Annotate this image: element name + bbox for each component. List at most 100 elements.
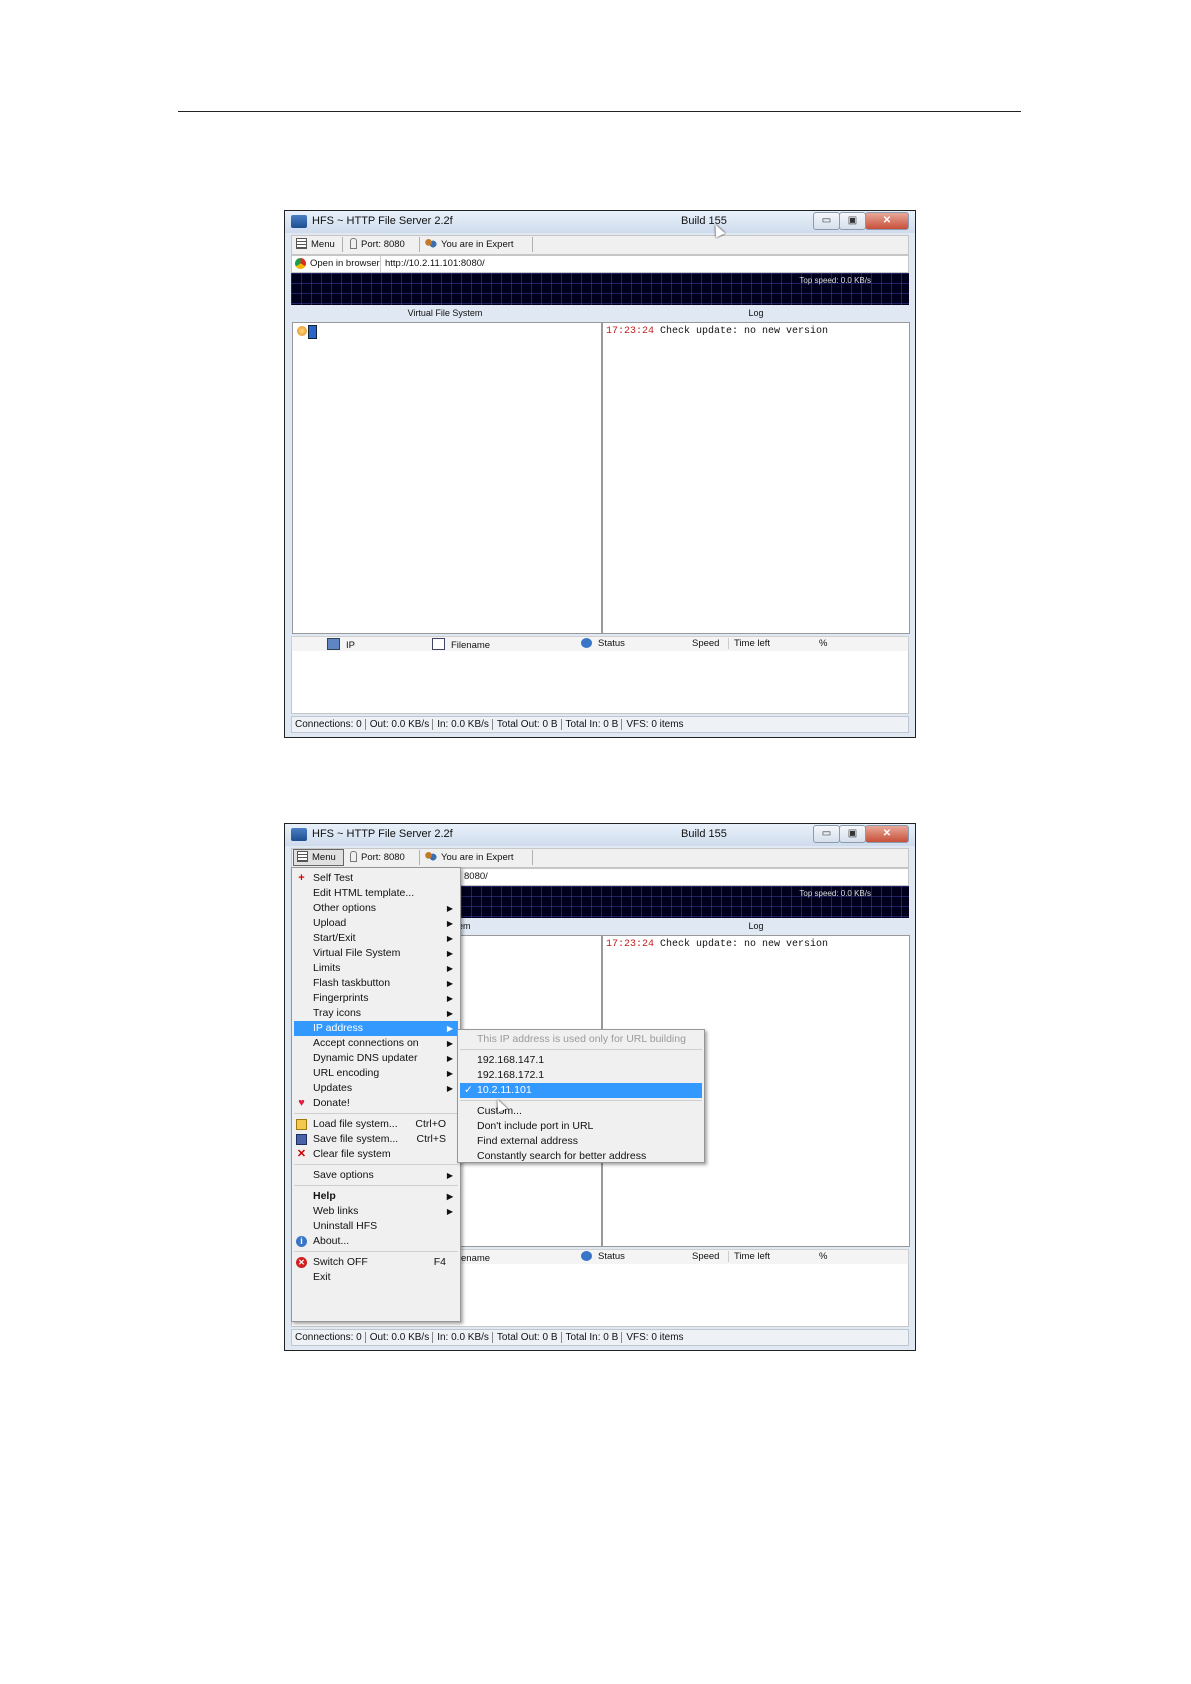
menu-item-load-file-system[interactable]: Load file system... Ctrl+O <box>294 1117 458 1132</box>
status-total-out: Total Out: 0 B <box>495 719 562 730</box>
menu-item-ip-address[interactable]: IP address ▶ <box>294 1021 458 1036</box>
menu-item-about[interactable]: i About... <box>294 1234 458 1249</box>
menu-separator <box>294 1185 458 1186</box>
menu-item-self-test[interactable]: + Self Test <box>294 871 458 886</box>
port-label: Port: 8080 <box>361 239 405 250</box>
submenu-arrow-icon: ▶ <box>446 1039 453 1048</box>
menu-item-dynamic-dns-updater[interactable]: Dynamic DNS updater ▶ <box>294 1051 458 1066</box>
menu-item-web-links[interactable]: Web links ▶ <box>294 1204 458 1219</box>
col-percent[interactable]: % <box>819 1251 827 1262</box>
log-time: 17:23:24 <box>606 939 655 950</box>
info-icon: i <box>296 1236 307 1247</box>
log-pane[interactable]: 17:23:24 Check update: no new version <box>602 322 910 634</box>
menu-item-edit-html-template[interactable]: Edit HTML template... <box>294 886 458 901</box>
menu-item-start-exit[interactable]: Start/Exit ▶ <box>294 931 458 946</box>
ip-address-submenu: This IP address is used only for URL bui… <box>457 1029 705 1163</box>
menu-item-upload[interactable]: Upload ▶ <box>294 916 458 931</box>
menu-item-uninstall-hfs[interactable]: Uninstall HFS <box>294 1219 458 1234</box>
status-in: In: 0.0 KB/s <box>436 719 493 730</box>
menu-item-fingerprints[interactable]: Fingerprints ▶ <box>294 991 458 1006</box>
home-folder-icon[interactable] <box>297 326 307 336</box>
menu-item-switch-off[interactable]: ✕ Switch OFF F4 <box>294 1255 458 1270</box>
close-button[interactable]: ✕ <box>865 212 909 230</box>
menu-separator <box>460 1049 702 1050</box>
port-button[interactable]: Port: 8080 <box>347 850 420 865</box>
menu-item-flash-taskbutton[interactable]: Flash taskbutton ▶ <box>294 976 458 991</box>
vfs-tree[interactable] <box>292 322 602 634</box>
ip-dont-include-port[interactable]: Don't include port in URL <box>460 1119 702 1134</box>
menu-item-save-options[interactable]: Save options ▶ <box>294 1168 458 1183</box>
menu-separator <box>294 1164 458 1165</box>
open-in-browser-bar: Open in browser http://10.2.11.101:8080/ <box>291 255 909 273</box>
log-header: Log <box>748 921 764 931</box>
menu-label: Menu <box>311 239 335 250</box>
menu-item-url-encoding[interactable]: URL encoding ▶ <box>294 1066 458 1081</box>
status-total-out: Total Out: 0 B <box>495 1332 562 1343</box>
ip-option[interactable]: 192.168.147.1 <box>460 1053 702 1068</box>
menu-item-limits[interactable]: Limits ▶ <box>294 961 458 976</box>
menu-item-accept-connections-on[interactable]: Accept connections on ▶ <box>294 1036 458 1051</box>
menu-item-updates[interactable]: Updates ▶ <box>294 1081 458 1096</box>
submenu-arrow-icon: ▶ <box>446 1009 453 1018</box>
menu-item-tray-icons[interactable]: Tray icons ▶ <box>294 1006 458 1021</box>
log-message: Check update: no new version <box>660 939 829 950</box>
col-status[interactable]: Status <box>581 638 625 649</box>
minimize-button[interactable]: ▭ <box>813 212 840 230</box>
menu-item-other-options[interactable]: Other options ▶ <box>294 901 458 916</box>
menu-item-help[interactable]: Help ▶ <box>294 1189 458 1204</box>
plug-icon <box>350 851 357 862</box>
vfs-root-item[interactable] <box>308 325 317 339</box>
title-bar[interactable]: HFS ~ HTTP File Server 2.2f Build 155 ▭ … <box>285 211 915 233</box>
menu-item-save-file-system[interactable]: Save file system... Ctrl+S <box>294 1132 458 1147</box>
menu-separator <box>294 1251 458 1252</box>
submenu-arrow-icon: ▶ <box>446 994 453 1003</box>
col-time-left[interactable]: Time left <box>728 1251 770 1262</box>
open-in-browser-button[interactable]: Open in browser <box>310 256 380 272</box>
info-icon <box>581 1251 592 1261</box>
menu-button[interactable]: Menu <box>293 849 344 866</box>
ip-find-external-address[interactable]: Find external address <box>460 1134 702 1149</box>
server-url[interactable]: 8080/ <box>460 869 488 885</box>
close-button[interactable]: ✕ <box>865 825 909 843</box>
submenu-arrow-icon: ▶ <box>446 1171 453 1180</box>
col-status[interactable]: Status <box>581 1251 625 1262</box>
expert-mode-button[interactable]: You are in Expert mode <box>421 850 533 878</box>
ip-option[interactable]: 192.168.172.1 <box>460 1068 702 1083</box>
ip-constantly-search[interactable]: Constantly search for better address <box>460 1149 702 1164</box>
col-time-left[interactable]: Time left <box>728 638 770 649</box>
port-button[interactable]: Port: 8080 <box>347 237 420 252</box>
maximize-button[interactable]: ▣ <box>839 212 866 230</box>
menu-item-exit[interactable]: Exit <box>294 1270 458 1285</box>
folder-open-icon <box>296 1119 307 1130</box>
submenu-arrow-icon: ▶ <box>446 919 453 928</box>
computer-icon <box>327 638 340 650</box>
submenu-arrow-icon: ▶ <box>446 904 453 913</box>
server-url[interactable]: http://10.2.11.101:8080/ <box>380 256 485 272</box>
ip-option-selected[interactable]: ✓ 10.2.11.101 <box>460 1083 702 1098</box>
menu-item-virtual-file-system[interactable]: Virtual File System ▶ <box>294 946 458 961</box>
maximize-button[interactable]: ▣ <box>839 825 866 843</box>
col-percent[interactable]: % <box>819 638 827 649</box>
ip-submenu-note: This IP address is used only for URL bui… <box>477 1033 686 1045</box>
status-total-in: Total In: 0 B <box>564 1332 623 1343</box>
expert-mode-button[interactable]: You are in Expert mode <box>421 237 533 265</box>
toolbar: Menu Port: 8080 You are in Expert mode <box>291 235 909 265</box>
title-bar[interactable]: HFS ~ HTTP File Server 2.2f Build 155 ▭ … <box>285 824 915 846</box>
col-filename[interactable]: Filename <box>432 638 490 651</box>
col-speed[interactable]: Speed <box>692 638 719 649</box>
menu-button[interactable]: Menu <box>293 237 343 252</box>
menu-item-donate[interactable]: ♥ Donate! <box>294 1096 458 1111</box>
hfs-app-icon <box>291 828 307 841</box>
connections-list[interactable] <box>291 651 909 714</box>
menu-separator <box>294 1113 458 1114</box>
col-speed[interactable]: Speed <box>692 1251 719 1262</box>
status-in: In: 0.0 KB/s <box>436 1332 493 1343</box>
minimize-button[interactable]: ▭ <box>813 825 840 843</box>
plug-icon <box>350 238 357 249</box>
col-ip[interactable]: IP <box>327 638 355 651</box>
submenu-arrow-icon: ▶ <box>446 979 453 988</box>
power-off-icon: ✕ <box>296 1257 307 1268</box>
vfs-header: Virtual File System <box>407 308 483 318</box>
submenu-arrow-icon: ▶ <box>446 949 453 958</box>
menu-item-clear-file-system[interactable]: ✕ Clear file system <box>294 1147 458 1162</box>
